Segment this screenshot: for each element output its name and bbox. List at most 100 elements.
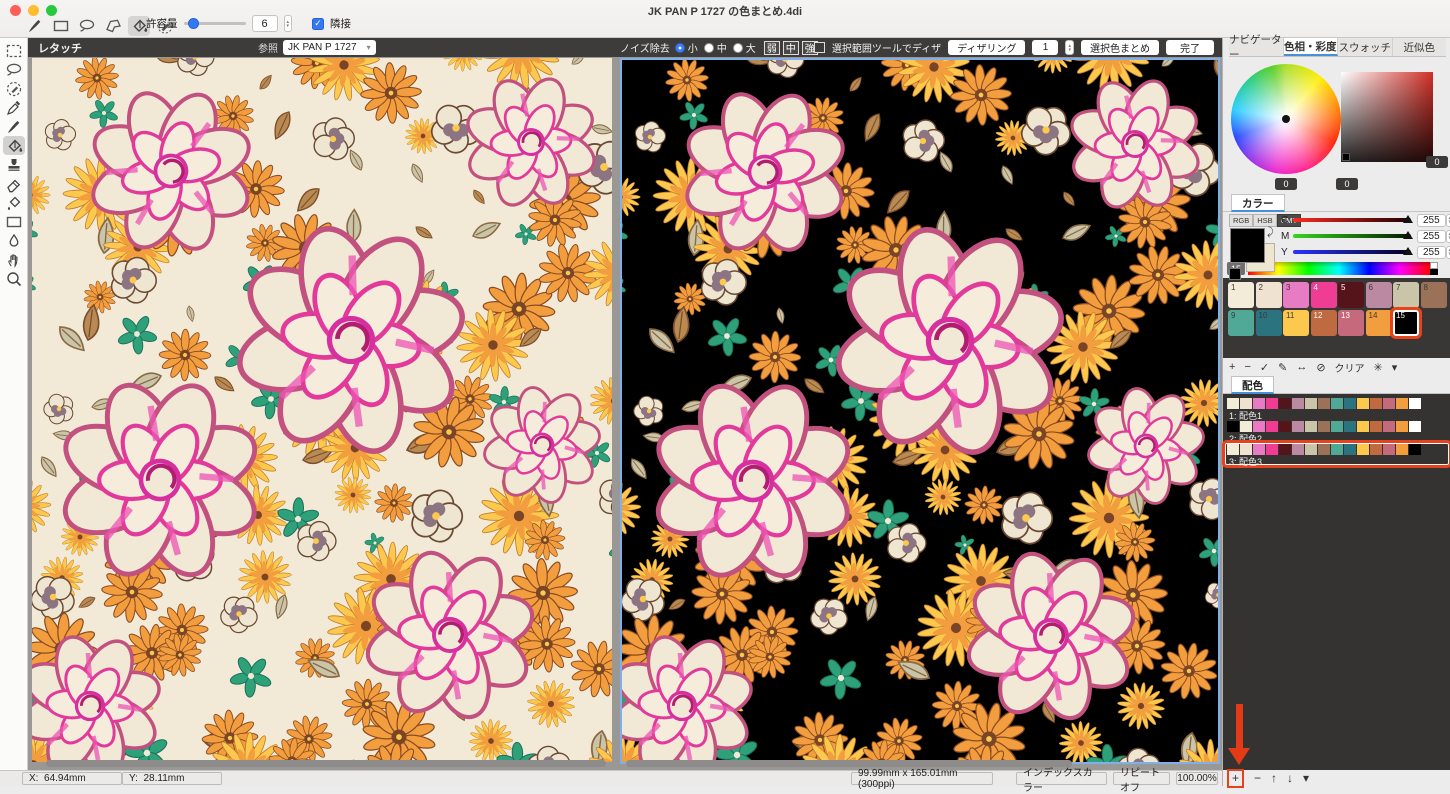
hue-wheel-marker[interactable] (1282, 115, 1290, 123)
palette-swatch-3[interactable]: 3 (1283, 282, 1309, 308)
palette-swatch-5[interactable]: 5 (1338, 282, 1364, 308)
saturation-square[interactable] (1341, 72, 1433, 162)
tool-droplet[interactable] (3, 231, 25, 250)
scheme-row-3[interactable]: 3: 配色3 (1225, 443, 1449, 465)
C-stepper[interactable]: ▴▾ (1446, 214, 1450, 227)
color-tab[interactable]: カラー (1231, 194, 1285, 212)
swap-colors-icon[interactable]: ⤸ (1267, 226, 1274, 239)
C-slider[interactable] (1293, 218, 1411, 222)
scheme-move-down-button[interactable]: ↓ (1287, 771, 1293, 785)
palette-edit-icon[interactable]: ✎ (1278, 361, 1287, 374)
palette-swatch-4[interactable]: 4 (1311, 282, 1337, 308)
M-stepper[interactable]: ▴▾ (1446, 230, 1450, 243)
hue-spectrum-bar[interactable] (1248, 262, 1430, 275)
scheme-row-2[interactable]: 2: 配色2 (1225, 420, 1449, 442)
palette-menu-icon[interactable]: ▾ (1392, 361, 1398, 374)
white-black-selector[interactable] (1430, 262, 1438, 275)
done-button[interactable]: 完了 (1166, 40, 1214, 55)
palette-confirm-icon[interactable]: ✓ (1260, 361, 1269, 374)
tolerance-value-field[interactable]: 6 (252, 15, 278, 32)
panel-tab-ナビゲーター[interactable]: ナビゲーター (1229, 38, 1284, 56)
left-image-hscrollbar[interactable] (46, 760, 606, 767)
tool-brush[interactable] (3, 117, 25, 136)
palette-swatch-6[interactable]: 6 (1366, 282, 1392, 308)
palette-swap-icon[interactable]: ↔ (1296, 361, 1307, 373)
noise-radio-中[interactable]: 中 (704, 40, 727, 55)
palette-remove-icon[interactable]: − (1244, 361, 1250, 373)
tool-fill-bucket[interactable] (3, 193, 25, 212)
palette-settings-icon[interactable]: ✳ (1374, 361, 1383, 374)
reference-select[interactable]: JK PAN P 1727 ▾ (283, 40, 376, 55)
M-slider[interactable] (1293, 234, 1411, 238)
merge-selected-colors-button[interactable]: 選択色まとめ (1081, 40, 1159, 55)
palette-swatch-14[interactable]: 14 (1366, 310, 1392, 336)
palette-swatch-10[interactable]: 10 (1256, 310, 1282, 336)
panel-tab-色相・彩度[interactable]: 色相・彩度 (1284, 38, 1339, 56)
scheme-tab[interactable]: 配色 (1231, 376, 1274, 394)
palette-disable-icon[interactable]: ⊘ (1316, 361, 1325, 374)
tolerance-slider[interactable] (184, 22, 246, 25)
palette-swatch-8[interactable]: 8 (1421, 282, 1447, 308)
palette-add-icon[interactable]: + (1229, 361, 1235, 373)
tool-paint-bucket[interactable] (3, 136, 25, 155)
scheme-menu-button[interactable]: ▾ (1303, 771, 1309, 785)
tolerance-stepper[interactable]: ▴▾ (284, 15, 293, 32)
top-tool-lasso[interactable] (76, 16, 98, 36)
tolerance-slider-knob[interactable] (188, 18, 199, 29)
palette-swatch-12[interactable]: 12 (1311, 310, 1337, 336)
tool-selection-brush[interactable] (3, 79, 25, 98)
strength-button-中[interactable]: 中 (783, 41, 799, 55)
color-mode-button[interactable]: インデックスカラー (1016, 772, 1107, 785)
saturation-marker[interactable] (1342, 153, 1350, 161)
Y-stepper[interactable]: ▴▾ (1446, 246, 1450, 259)
foreground-color-chip[interactable] (1230, 228, 1265, 263)
radio-icon[interactable] (733, 43, 743, 53)
tool-rectangle[interactable] (3, 212, 25, 231)
top-tool-brush[interactable] (24, 16, 46, 36)
hue-wheel[interactable] (1231, 64, 1341, 174)
tool-zoom[interactable] (3, 269, 25, 288)
Y-value-field[interactable]: 255 (1417, 246, 1446, 259)
pattern-image-indexed[interactable] (620, 58, 1220, 764)
scheme-add-button[interactable]: + (1227, 769, 1244, 788)
scheme-move-up-button[interactable]: ↑ (1271, 771, 1277, 785)
tool-eraser[interactable] (3, 174, 25, 193)
tool-lasso[interactable] (3, 60, 25, 79)
stroke-color-chip[interactable] (1229, 268, 1241, 280)
palette-swatch-2[interactable]: 2 (1256, 282, 1282, 308)
palette-swatch-11[interactable]: 11 (1283, 310, 1309, 336)
noise-radio-大[interactable]: 大 (733, 40, 756, 55)
slider-handle[interactable] (1403, 247, 1413, 255)
panel-tab-近似色[interactable]: 近似色 (1393, 38, 1447, 56)
right-image-hscrollbar[interactable] (626, 760, 1072, 767)
pattern-image-original[interactable] (32, 58, 612, 762)
palette-swatch-1[interactable]: 1 (1228, 282, 1254, 308)
adjacent-checkbox[interactable]: ✓ (312, 18, 324, 30)
noise-radio-小[interactable]: 小 (675, 40, 698, 55)
palette-swatch-9[interactable]: 9 (1228, 310, 1254, 336)
radio-icon[interactable] (675, 43, 685, 53)
dither-selection-checkbox[interactable] (814, 42, 825, 53)
dither-stepper[interactable]: ▴▾ (1065, 40, 1074, 55)
palette-swatch-7[interactable]: 7 (1393, 282, 1419, 308)
top-tool-polygon-lasso[interactable] (102, 16, 124, 36)
palette-swatch-13[interactable]: 13 (1338, 310, 1364, 336)
top-tool-rectangle[interactable] (50, 16, 72, 36)
radio-icon[interactable] (704, 43, 714, 53)
tool-eyedropper[interactable] (3, 98, 25, 117)
dithering-button[interactable]: ディザリング (948, 40, 1025, 55)
color-mode-rgb[interactable]: RGB (1229, 214, 1253, 227)
dither-value-field[interactable]: 1 (1032, 40, 1058, 55)
slider-handle[interactable] (1403, 215, 1413, 223)
M-value-field[interactable]: 255 (1417, 230, 1446, 243)
C-value-field[interactable]: 255 (1417, 214, 1446, 227)
tool-stamp[interactable] (3, 155, 25, 174)
tool-hand[interactable] (3, 250, 25, 269)
palette-swatch-15[interactable]: 15 (1393, 310, 1419, 336)
palette-clear-button[interactable]: クリア (1335, 360, 1365, 375)
repeat-mode-button[interactable]: リピートオフ (1113, 772, 1170, 785)
slider-handle[interactable] (1403, 231, 1413, 239)
scheme-row-1[interactable]: 1: 配色1 (1225, 397, 1449, 419)
zoom-readout[interactable]: 100.00% (1176, 772, 1218, 785)
tool-marquee[interactable] (3, 41, 25, 60)
